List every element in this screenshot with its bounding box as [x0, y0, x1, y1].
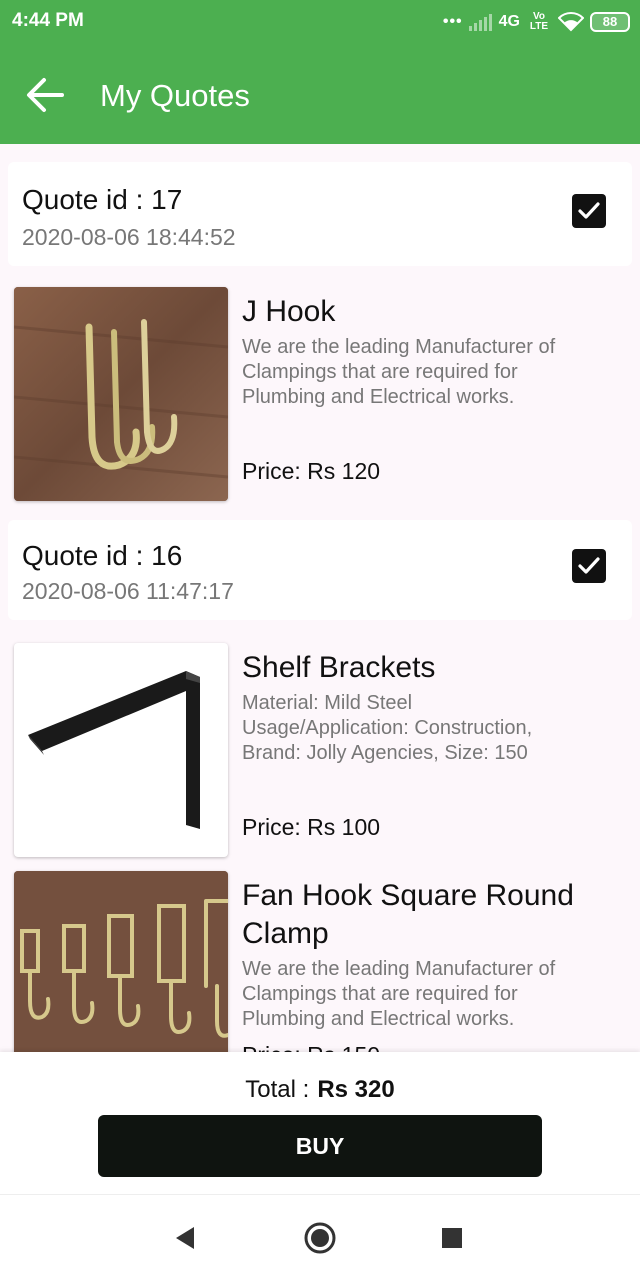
product-description: We are the leading Manufacturer of Clamp…	[242, 958, 556, 1030]
triangle-back-icon[interactable]	[174, 1225, 196, 1251]
product-name: Shelf Brackets	[242, 651, 436, 684]
quote-date: 2020-08-06 18:44:52	[22, 224, 236, 250]
system-nav-bar	[0, 1194, 640, 1280]
product-description: Material: Mild Steel Usage/Application: …	[242, 692, 533, 764]
quote-checkbox[interactable]	[572, 549, 606, 583]
product-name: J Hook	[242, 295, 336, 328]
product-image-shelf-brackets	[14, 643, 228, 857]
product-description: We are the leading Manufacturer of Clamp…	[242, 336, 556, 408]
wifi-icon	[558, 12, 584, 32]
buy-button[interactable]: BUY	[98, 1115, 542, 1177]
checkbox-checked-icon	[578, 557, 600, 574]
quote-card[interactable]: Quote id : 16 2020-08-06 11:47:17	[8, 520, 632, 620]
quote-card[interactable]: Quote id : 17 2020-08-06 18:44:52	[8, 162, 632, 266]
product-price: Price: Rs 120	[242, 458, 381, 484]
network-type: 4G	[498, 13, 520, 30]
arrow-left-icon	[27, 78, 64, 112]
quote-id: Quote id : 16	[22, 540, 183, 571]
product-name: Fan Hook Square Round Clamp	[242, 879, 574, 950]
total-value: Rs 320	[317, 1076, 395, 1103]
volte-badge: Vo LTE	[529, 11, 549, 32]
quote-date: 2020-08-06 11:47:17	[22, 578, 234, 604]
product-item[interactable]: Shelf Brackets Material: Mild Steel Usag…	[0, 643, 640, 857]
signal-icon	[468, 14, 492, 31]
status-icons: ••• 4G Vo LTE 88	[443, 9, 630, 35]
app-bar: My Quotes	[0, 44, 640, 144]
quote-checkbox[interactable]	[572, 194, 606, 228]
quotes-list[interactable]: Quote id : 17 2020-08-06 18:44:52 J Hook…	[0, 144, 640, 1052]
product-item[interactable]: Fan Hook Square Round Clamp We are the l…	[0, 871, 640, 1052]
status-bar: 4:44 PM ••• 4G Vo LTE 88	[0, 0, 640, 44]
product-item[interactable]: J Hook We are the leading Manufacturer o…	[0, 287, 640, 501]
product-image-j-hook	[14, 287, 228, 501]
product-price: Price: Rs 100	[242, 814, 381, 840]
square-recent-icon[interactable]	[442, 1228, 462, 1248]
product-image-fan-hook-clamp	[14, 871, 228, 1052]
circle-home-icon[interactable]	[303, 1221, 337, 1255]
checkout-footer: Total : Rs 320 BUY	[0, 1052, 640, 1194]
battery-icon: 88	[590, 12, 630, 32]
back-button[interactable]	[22, 72, 68, 118]
quote-id: Quote id : 17	[22, 184, 183, 215]
product-price: Price: Rs 150	[242, 1042, 380, 1052]
total-label: Total :	[245, 1076, 310, 1103]
total-row: Total : Rs 320	[0, 1076, 640, 1104]
status-time: 4:44 PM	[12, 10, 84, 31]
checkbox-checked-icon	[578, 202, 600, 219]
more-dots-icon: •••	[442, 13, 463, 30]
page-title: My Quotes	[100, 78, 250, 113]
